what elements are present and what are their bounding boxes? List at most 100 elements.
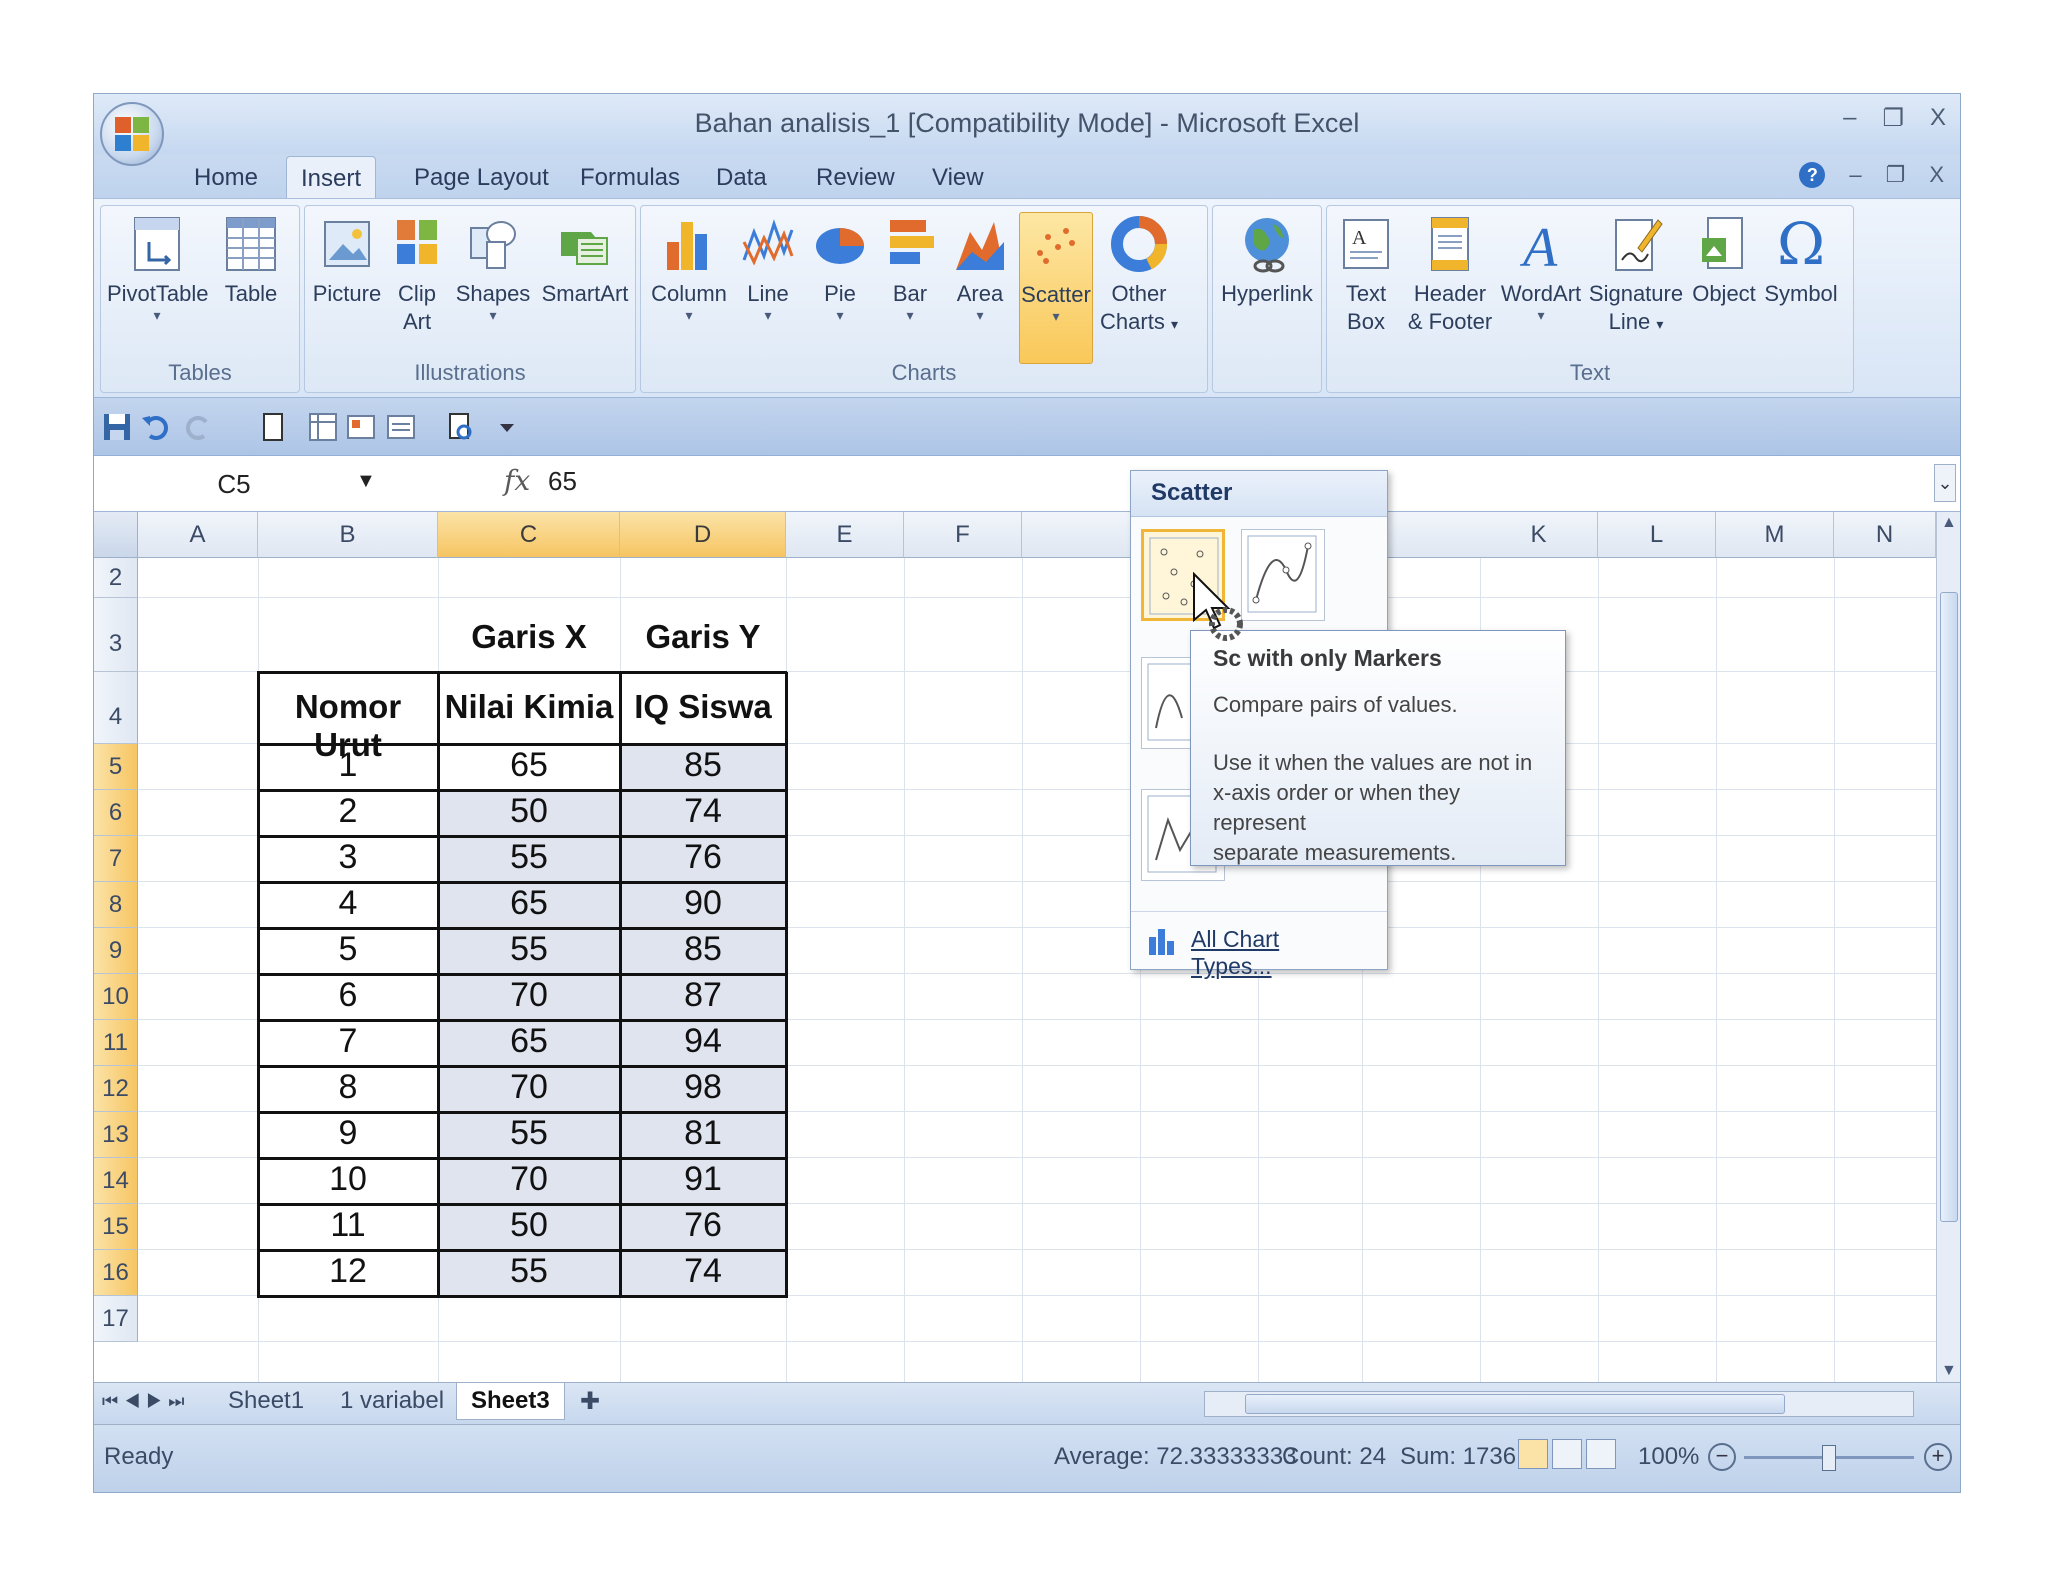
name-box[interactable]: C5 (94, 462, 374, 506)
insert-function-icon[interactable]: fx (504, 464, 530, 497)
table-button[interactable]: Table (211, 212, 291, 308)
sheet-tab-sheet3[interactable]: Sheet3 (456, 1383, 565, 1420)
table-cell[interactable]: 3 (258, 838, 438, 877)
restore-button[interactable]: ❐ (1882, 104, 1904, 133)
new-document-icon[interactable] (258, 412, 288, 442)
table-cell[interactable]: 87 (620, 976, 786, 1015)
vertical-scrollbar[interactable]: ▲ ▼ (1936, 512, 1960, 1382)
column-header-c[interactable]: C (438, 512, 620, 558)
column-header-b[interactable]: B (258, 512, 438, 558)
column-header-f[interactable]: F (904, 512, 1022, 558)
table-cell[interactable]: 94 (620, 1022, 786, 1061)
table-header-cell[interactable]: IQ Siswa (620, 688, 786, 726)
office-button[interactable] (100, 102, 164, 166)
pie-chart-button[interactable]: Pie ▾ (807, 212, 873, 322)
workbook-restore-button[interactable]: ❐ (1886, 162, 1906, 188)
tab-review[interactable]: Review (816, 164, 895, 192)
table-cell[interactable]: 76 (620, 838, 786, 877)
row-header-17[interactable]: 17 (94, 1296, 138, 1342)
column-chart-button[interactable]: Column ▾ (647, 212, 731, 322)
sheet-tab-sheet1[interactable]: Sheet1 (228, 1387, 304, 1415)
row-header-8[interactable]: 8 (94, 882, 138, 928)
format-cells-icon[interactable] (346, 412, 376, 442)
header-footer-button[interactable]: Header & Footer (1405, 212, 1495, 336)
table-cell[interactable]: 50 (438, 1206, 620, 1245)
row-header-16[interactable]: 16 (94, 1250, 138, 1296)
table-cell[interactable]: 1 (258, 746, 438, 785)
table-cell[interactable]: 2 (258, 792, 438, 831)
table-cell[interactable]: 70 (438, 976, 620, 1015)
all-chart-types-link[interactable]: All Chart Types... (1131, 911, 1387, 979)
horizontal-scroll-thumb[interactable] (1245, 1394, 1785, 1414)
formula-input[interactable]: 65 (548, 466, 577, 497)
row-header-11[interactable]: 11 (94, 1020, 138, 1066)
row-header-14[interactable]: 14 (94, 1158, 138, 1204)
sheet-navigation-icon[interactable]: ⏮◀▶⏭ (102, 1391, 191, 1412)
table-header-cell[interactable]: Nilai Kimia (438, 688, 620, 726)
workbook-minimize-button[interactable]: – (1849, 162, 1861, 188)
scroll-up-icon[interactable]: ▲ (1941, 514, 1957, 532)
table-cell[interactable]: 6 (258, 976, 438, 1015)
table-cell[interactable]: 90 (620, 884, 786, 923)
table-cell[interactable]: 81 (620, 1114, 786, 1153)
table-cell[interactable]: 98 (620, 1068, 786, 1107)
garis-x-label[interactable]: Garis X (438, 618, 620, 656)
workbook-close-button[interactable]: X (1929, 162, 1944, 188)
customize-toolbar-icon[interactable] (492, 412, 522, 442)
zoom-out-icon[interactable]: − (1708, 1443, 1736, 1471)
tab-view[interactable]: View (932, 164, 984, 192)
signature-line-button[interactable]: Signature Line ▾ (1587, 212, 1685, 338)
table-cell[interactable]: 10 (258, 1160, 438, 1199)
tab-home[interactable]: Home (194, 164, 258, 192)
garis-y-label[interactable]: Garis Y (620, 618, 786, 656)
page-break-view-icon[interactable] (1586, 1439, 1616, 1469)
other-charts-button[interactable]: Other Charts ▾ (1097, 212, 1181, 338)
column-header-k[interactable]: K (1480, 512, 1598, 558)
table-cell[interactable]: 74 (620, 1252, 786, 1291)
undo-icon[interactable] (140, 412, 170, 442)
table-cell[interactable]: 4 (258, 884, 438, 923)
sheet-tab-1-variabel[interactable]: 1 variabel (340, 1387, 444, 1415)
table-cell[interactable]: 50 (438, 792, 620, 831)
tab-page-layout[interactable]: Page Layout (414, 164, 549, 192)
column-header-e[interactable]: E (786, 512, 904, 558)
table-cell[interactable]: 8 (258, 1068, 438, 1107)
expand-formula-bar-icon[interactable]: ⌄ (1934, 464, 1956, 502)
pivottable-button[interactable]: PivotTable ▾ (107, 212, 209, 322)
close-button[interactable]: X (1930, 104, 1946, 133)
scatter-smooth-lines-markers-option[interactable] (1241, 529, 1325, 621)
table-cell[interactable]: 11 (258, 1206, 438, 1245)
row-header-15[interactable]: 15 (94, 1204, 138, 1250)
object-button[interactable]: Object (1687, 212, 1761, 308)
scroll-down-icon[interactable]: ▼ (1941, 1362, 1957, 1380)
help-icon[interactable]: ? (1799, 162, 1826, 188)
tab-insert[interactable]: Insert (286, 156, 377, 203)
tab-formulas[interactable]: Formulas (580, 164, 680, 192)
picture-button[interactable]: Picture (311, 212, 383, 308)
text-box-button[interactable]: A Text Box (1331, 212, 1401, 336)
table-cell[interactable]: 70 (438, 1068, 620, 1107)
table-cell[interactable]: 76 (620, 1206, 786, 1245)
table-cell[interactable]: 74 (620, 792, 786, 831)
table-cell[interactable]: 55 (438, 1252, 620, 1291)
normal-view-icon[interactable] (1518, 1439, 1548, 1469)
name-box-dropdown-icon[interactable]: ▼ (356, 470, 376, 493)
hyperlink-button[interactable]: Hyperlink (1217, 212, 1317, 308)
clip-art-button[interactable]: Clip Art (387, 212, 447, 336)
row-header-13[interactable]: 13 (94, 1112, 138, 1158)
worksheet-grid[interactable]: A B C D E F K L M N 2 3 4 5 6 7 8 9 10 11 12 13 14 15… (94, 512, 1936, 1382)
scatter-chart-button[interactable]: Scatter ▾ (1019, 212, 1093, 364)
insert-sheet-icon[interactable]: ✚ (580, 1387, 600, 1416)
table-cell[interactable]: 85 (620, 746, 786, 785)
zoom-in-icon[interactable]: + (1924, 1443, 1952, 1471)
vertical-scroll-thumb[interactable] (1940, 592, 1958, 1222)
table-cell[interactable]: 65 (438, 1022, 620, 1061)
table-cell[interactable]: 55 (438, 1114, 620, 1153)
row-header-5[interactable]: 5 (94, 744, 138, 790)
column-header-n[interactable]: N (1834, 512, 1936, 558)
table-cell[interactable]: 65 (438, 746, 620, 785)
bar-chart-button[interactable]: Bar ▾ (877, 212, 943, 322)
table-cell[interactable]: 70 (438, 1160, 620, 1199)
column-header-m[interactable]: M (1716, 512, 1834, 558)
table-cell[interactable]: 91 (620, 1160, 786, 1199)
